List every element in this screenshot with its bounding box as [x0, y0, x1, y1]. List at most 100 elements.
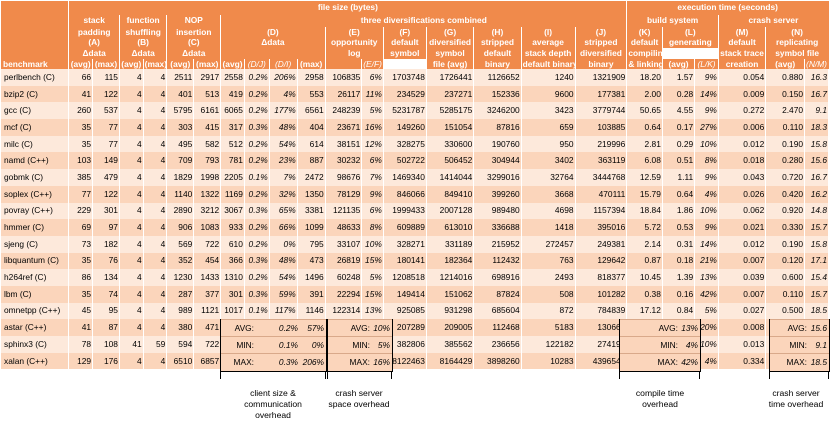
table-cell: 0.600	[765, 269, 806, 286]
table-cell: 3381	[297, 202, 326, 220]
hdr-text: replicating	[765, 37, 829, 48]
bracket-line	[769, 371, 770, 379]
table-cell: 9%	[694, 102, 719, 120]
hdr-max: (max)	[193, 58, 222, 69]
table-cell: 2511	[166, 69, 195, 86]
table-cell: 401	[166, 85, 195, 103]
benchmark-name: xalan (C++)	[1, 352, 70, 370]
table-cell: 614	[297, 135, 326, 153]
header-row-3: (A) (B) (C) Δdata opportunity default di…	[1, 37, 829, 48]
caption-line: communication	[244, 399, 302, 409]
table-cell: 4	[143, 352, 168, 370]
table-cell: 209005	[426, 319, 475, 336]
table-cell: 65%	[269, 202, 298, 220]
table-cell: 5231787	[383, 102, 427, 120]
table-cell: 1321909	[575, 69, 628, 86]
table-cell: 0.120	[765, 252, 806, 270]
table-cell: 2007128	[426, 202, 475, 220]
table-cell: 122314	[325, 302, 363, 320]
function-shuffling-h: function	[119, 15, 168, 27]
table-cell: 15.8	[804, 235, 829, 253]
summary-row: MIN: 9.1	[770, 336, 829, 354]
hdr-max: (max)	[297, 58, 326, 69]
table-cell: 0.021	[718, 219, 767, 236]
caption-line: client size &	[250, 388, 296, 398]
summary-label: MIN:	[236, 340, 254, 350]
table-cell: 610	[220, 235, 245, 253]
table-cell: 4%	[269, 85, 298, 103]
table-cell: 6065	[220, 102, 245, 120]
table-cell: 950	[521, 135, 576, 153]
summary-pct: 15.6	[810, 323, 827, 333]
table-cell: 103885	[575, 119, 628, 136]
table-cell: 6561	[297, 102, 326, 120]
caption-d: client size & communication overhead	[218, 388, 328, 421]
table-cell: 42%	[694, 285, 719, 303]
table-cell: 4	[143, 319, 168, 336]
hdr-text: Δdata	[119, 48, 168, 59]
table-cell: 97	[92, 219, 120, 236]
table-row: h264ref (C) 86 134 4 4 1230 1433 1310 0.2% 54% 149…	[1, 269, 829, 286]
table-cell: 553	[297, 85, 326, 103]
table-cell: 23671	[325, 119, 363, 136]
table-cell: 4	[119, 269, 144, 286]
table-cell: 1998	[193, 169, 222, 186]
table-row: omnetpp (C++) 45 95 4 4 989 1121 1017 0.1% 117% 11…	[1, 302, 829, 320]
hdr-text: (L)	[662, 27, 719, 38]
table-cell: 4	[119, 85, 144, 103]
hdr-text: stripped	[575, 37, 628, 48]
hdr-text: (J)	[575, 27, 628, 38]
hdr-avg: (avg)	[166, 58, 195, 69]
table-cell: 12%	[361, 135, 384, 153]
bracket-line	[619, 371, 620, 379]
table-cell: 685604	[473, 302, 522, 320]
table-cell: 846066	[383, 185, 427, 203]
hdr-text: (N)	[765, 27, 829, 38]
table-cell: 404	[297, 119, 326, 136]
table-cell: 69	[68, 219, 94, 236]
table-cell: 1999433	[383, 202, 427, 220]
table-cell: 391	[297, 285, 326, 303]
table-cell: 1169	[220, 185, 245, 203]
results-table: file size (bytes) execution time (second…	[1, 1, 830, 370]
table-cell: 1496	[297, 269, 326, 286]
exec-time-header: execution time (seconds)	[626, 1, 829, 15]
table-cell: 3067	[220, 202, 245, 220]
table-cell: 32%	[269, 185, 298, 203]
table-cell: 1703748	[383, 69, 427, 86]
table-cell: 0.007	[718, 285, 767, 303]
table-cell: 0.272	[718, 102, 767, 120]
caption-line: time overhead	[768, 399, 824, 409]
benchmark-name: omnetpp (C++)	[1, 302, 70, 320]
table-cell: 1322	[193, 185, 222, 203]
table-cell: 0.51	[662, 152, 696, 170]
nop-insertion-h: NOP	[166, 15, 222, 27]
table-cell: 9%	[694, 169, 719, 186]
table-cell: 906	[166, 219, 195, 236]
table-cell: 0.330	[765, 219, 806, 236]
table-cell: 11%	[361, 85, 384, 103]
file-size-header: file size (bytes)	[68, 1, 628, 15]
table-cell: 0.87	[626, 252, 663, 270]
table-cell: 849410	[426, 185, 475, 203]
benchmark-header: benchmark	[1, 58, 70, 69]
summary-pct: 4%	[685, 340, 698, 350]
table-cell: 182364	[426, 252, 475, 270]
table-cell: 22294	[325, 285, 363, 303]
benchmark-name: sphinx3 (C)	[1, 336, 70, 353]
table-cell: 0.2%	[244, 102, 270, 120]
hdr-text: (B)	[119, 37, 168, 48]
table-cell: 1017	[220, 302, 245, 320]
table-cell: 1240	[521, 69, 576, 86]
table-cell: 229	[68, 202, 94, 220]
table-cell: 6.08	[626, 152, 663, 170]
summary-pct1: 0.2%	[278, 323, 298, 333]
table-cell: 237271	[426, 85, 475, 103]
table-cell: 0.17	[662, 119, 696, 136]
table-cell: 1208518	[383, 269, 427, 286]
table-cell: 454	[193, 252, 222, 270]
table-cell: 0.31	[662, 235, 696, 253]
table-cell: 2472	[297, 169, 326, 186]
table-cell: 16.7	[804, 169, 829, 186]
table-cell: 86	[68, 269, 94, 286]
